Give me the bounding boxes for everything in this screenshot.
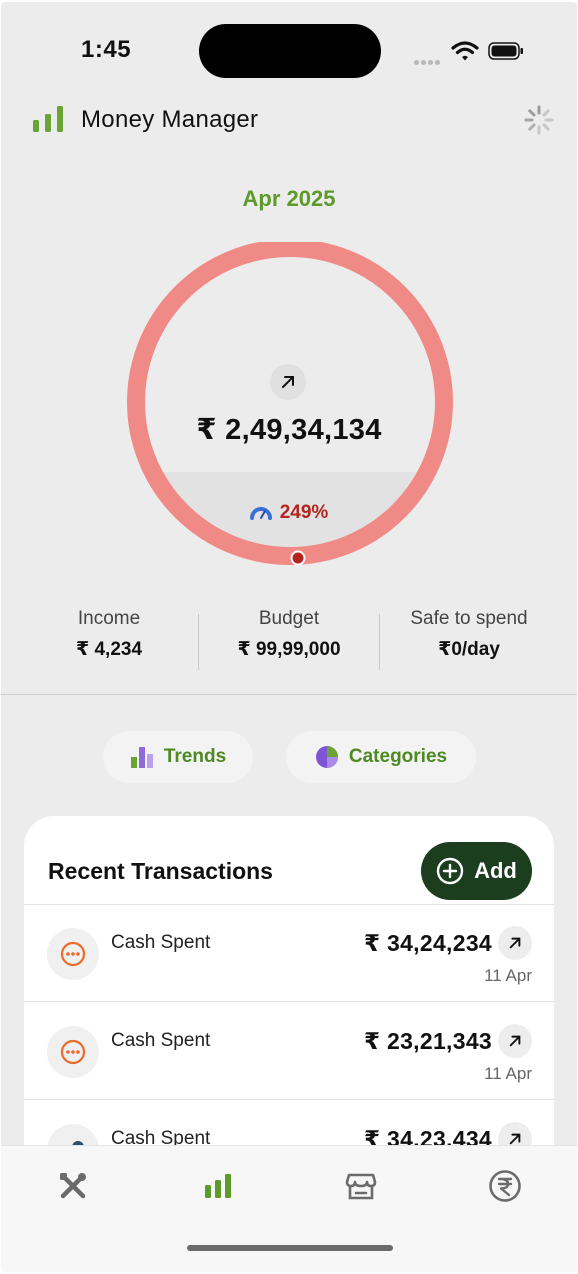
stat-divider [198, 614, 199, 670]
transaction-name: Cash Spent [111, 1030, 211, 1051]
stat-label: Budget [258, 608, 320, 629]
stat-value: ₹ 99,99,000 [237, 639, 341, 660]
stat-safe-to-spend: Safe to spend ₹0/day [391, 608, 547, 661]
arrow-up-right-icon [509, 937, 521, 949]
stat-divider [379, 614, 380, 670]
home-indicator [187, 1245, 393, 1251]
trends-label: Trends [163, 746, 227, 767]
spinner-icon[interactable] [523, 104, 555, 136]
bar-chart-icon [205, 1174, 231, 1198]
transaction-date: 11 Apr [484, 966, 532, 985]
arrow-up-right-icon [509, 1133, 521, 1145]
store-icon [345, 1173, 377, 1200]
transaction-amount: ₹ 23,21,343 [363, 1028, 492, 1054]
transaction-row[interactable]: Cash Spent ₹ 34,24,234 11 Apr [24, 904, 554, 1002]
bottom-tab-bar [1, 1145, 577, 1272]
categories-label: Categories [348, 746, 448, 767]
pie-chart-icon [315, 746, 338, 768]
spent-amount: ₹ 2,49,34,134 [196, 414, 382, 446]
categories-button[interactable]: Categories [286, 731, 476, 783]
more-dots-icon [60, 941, 86, 967]
section-divider [1, 694, 577, 695]
trends-button[interactable]: Trends [103, 731, 253, 783]
transaction-open-button[interactable] [498, 1024, 532, 1058]
transaction-date: 11 Apr [484, 1064, 532, 1083]
stat-label: Safe to spend [410, 608, 528, 629]
tab-tools[interactable] [55, 1168, 91, 1204]
tab-store[interactable] [343, 1168, 379, 1204]
cellular-signal-icon [414, 52, 442, 70]
transaction-name: Cash Spent [111, 932, 211, 953]
budget-percent: 249% [1, 502, 577, 524]
month-label[interactable]: Apr 2025 [1, 186, 577, 212]
tab-rupee[interactable] [487, 1168, 523, 1204]
tools-icon [60, 1173, 86, 1199]
dynamic-island [199, 24, 381, 78]
wifi-icon [451, 41, 479, 61]
add-label: Add [474, 858, 517, 883]
stat-income: Income ₹ 4,234 [49, 608, 169, 661]
status-time: 1:45 [81, 36, 132, 63]
stat-value: ₹0/day [438, 639, 500, 660]
gauge-marker [290, 550, 306, 566]
stat-budget[interactable]: Budget ₹ 99,99,000 [211, 608, 367, 661]
status-bar: 1:45 [1, 2, 577, 92]
speedometer-icon [249, 507, 272, 520]
recent-transactions-title: Recent Transactions [48, 858, 273, 884]
battery-icon [488, 42, 523, 60]
stat-value: ₹ 4,234 [75, 639, 143, 660]
transaction-row[interactable]: Cash Spent ₹ 23,21,343 11 Apr [24, 1002, 554, 1100]
budget-percent-value: 249% [279, 502, 329, 523]
app-title: Money Manager [81, 106, 259, 133]
arrow-up-right-icon [509, 1035, 521, 1047]
plus-circle-icon [436, 857, 464, 885]
category-avatar [47, 928, 99, 980]
transaction-open-button[interactable] [498, 926, 532, 960]
arrow-up-right-icon [282, 376, 294, 388]
spent-details-button[interactable] [270, 364, 306, 400]
app-screen: 1:45 Money Manager Apr 2025 ₹ 2,49,34,13… [1, 2, 577, 1272]
trends-chart-icon [130, 747, 153, 768]
add-transaction-button[interactable]: Add [421, 842, 532, 900]
category-avatar [47, 1026, 99, 1078]
stat-label: Income [77, 608, 141, 629]
bar-chart-icon [33, 106, 63, 132]
tab-money-manager[interactable] [200, 1168, 236, 1204]
more-dots-icon [60, 1039, 86, 1065]
transaction-amount: ₹ 34,24,234 [363, 930, 492, 956]
summary-stats: Income ₹ 4,234 Budget ₹ 99,99,000 Safe t… [1, 608, 577, 672]
app-header: Money Manager [1, 98, 577, 148]
rupee-icon [489, 1170, 521, 1202]
